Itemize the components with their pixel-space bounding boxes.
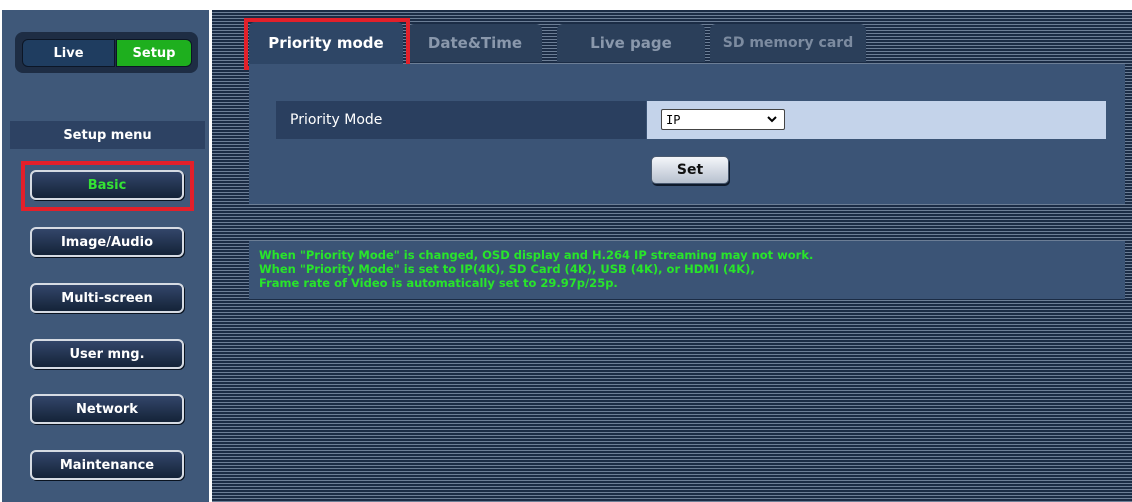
set-button[interactable]: Set — [651, 156, 729, 184]
notice-line: When "Priority Mode" is set to IP(4K), S… — [259, 262, 755, 276]
priority-mode-select[interactable]: IP — [661, 109, 785, 130]
priority-mode-label: Priority Mode — [276, 101, 646, 139]
notice-line: Frame rate of Video is automatically set… — [259, 276, 618, 290]
setup-button[interactable]: Setup — [116, 39, 192, 67]
priority-mode-value-cell: IP — [647, 101, 1106, 139]
menu-button-image-audio[interactable]: Image/Audio — [30, 227, 184, 257]
priority-mode-panel: Priority Mode IP Set — [249, 64, 1125, 204]
live-setup-switch: Live Setup — [15, 32, 198, 73]
menu-button-user-mng[interactable]: User mng. — [30, 339, 184, 369]
chevron-down-icon — [766, 113, 778, 128]
tab-sd-memory-card[interactable]: SD memory card — [710, 24, 866, 62]
tab-date-time[interactable]: Date&Time — [408, 24, 542, 62]
tab-priority-mode[interactable]: Priority mode — [249, 22, 403, 64]
menu-button-basic[interactable]: Basic — [30, 170, 184, 200]
tab-live-page[interactable]: Live page — [557, 24, 705, 62]
menu-button-maintenance[interactable]: Maintenance — [30, 450, 184, 480]
priority-mode-selected-value: IP — [666, 112, 681, 127]
menu-button-multi-screen[interactable]: Multi-screen — [30, 283, 184, 313]
setup-menu-heading: Setup menu — [10, 121, 205, 149]
menu-button-network[interactable]: Network — [30, 394, 184, 424]
live-button[interactable]: Live — [22, 39, 115, 67]
notice-panel: When "Priority Mode" is changed, OSD dis… — [249, 241, 1125, 299]
sidebar: Live Setup Setup menu Basic Image/Audio … — [0, 0, 211, 502]
notice-line: When "Priority Mode" is changed, OSD dis… — [259, 248, 814, 262]
main-area: Priority mode Date&Time Live page SD mem… — [212, 10, 1132, 502]
